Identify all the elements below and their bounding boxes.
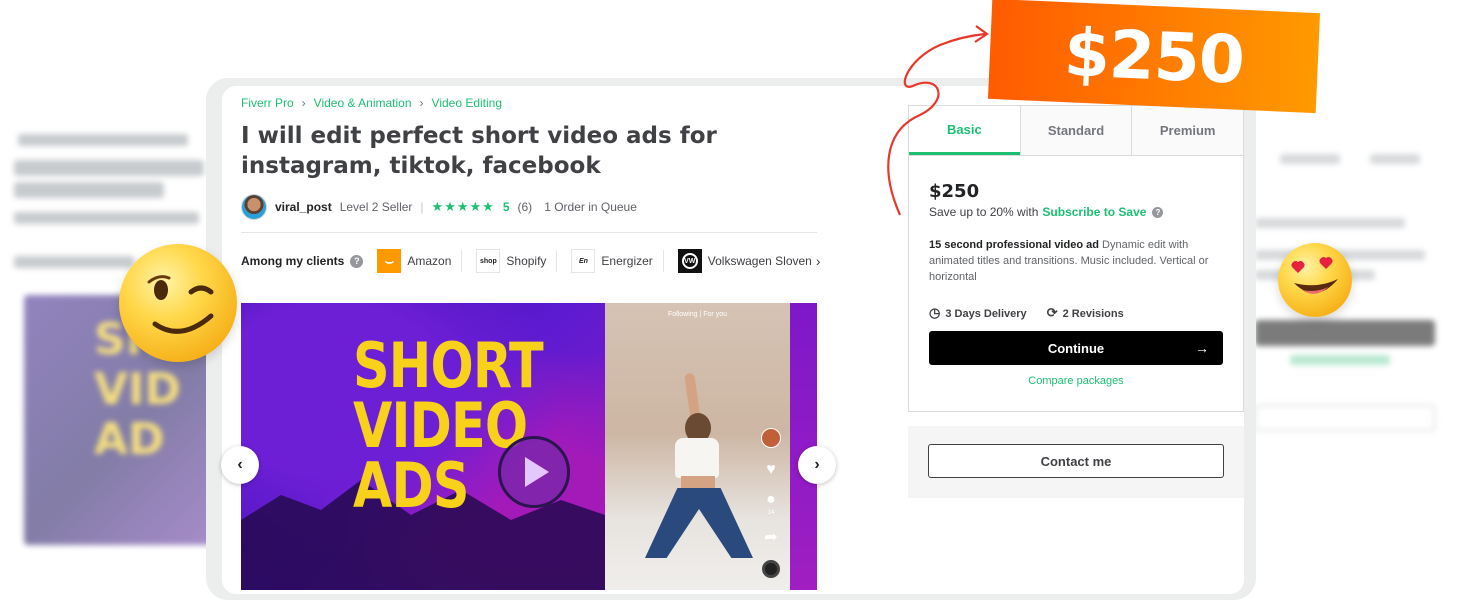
rating-score: 5 <box>502 200 510 214</box>
energizer-logo-icon: En <box>571 249 596 273</box>
play-button[interactable] <box>498 436 570 508</box>
clients-label: Among my clients <box>241 254 345 268</box>
client-energizer[interactable]: En Energizer <box>571 249 653 273</box>
phone-preview: Following | For you ♥ ● 14 ➦ <box>605 303 790 590</box>
revisions: ⟳ 2 Revisions <box>1047 305 1124 321</box>
seller-overview: viral_post Level 2 Seller | ★★★★★ 5 (6) … <box>241 194 637 220</box>
dancer-figure <box>681 476 715 490</box>
contact-section: Contact me <box>908 426 1244 498</box>
divider <box>461 250 463 272</box>
volkswagen-logo-icon: VW <box>677 249 702 273</box>
play-icon <box>525 457 549 487</box>
contact-me-button[interactable]: Contact me <box>928 444 1224 478</box>
heart-eyes-emoji-icon <box>1278 243 1352 317</box>
divider <box>556 250 558 272</box>
help-icon[interactable]: ? <box>1152 206 1164 218</box>
music-disc-icon <box>762 560 780 578</box>
client-shopify[interactable]: shop Shopify <box>476 249 546 273</box>
price-highlight-tag: $250 <box>987 0 1321 114</box>
breadcrumb-video-editing[interactable]: Video Editing <box>432 96 503 110</box>
client-amazon[interactable]: ⌣ Amazon <box>377 249 451 273</box>
client-name: Shopify <box>506 254 547 268</box>
client-name: Volkswagen Sloven <box>707 254 812 268</box>
chevron-right-icon: › <box>301 96 306 110</box>
dancer-figure <box>645 488 753 558</box>
client-name: Amazon <box>407 254 452 268</box>
section-divider <box>241 232 817 233</box>
gallery-next-button[interactable]: › <box>798 446 836 484</box>
orders-in-queue: 1 Order in Queue <box>544 200 637 214</box>
comment-count: 14 <box>767 510 775 516</box>
clock-icon: ◷ <box>929 305 941 320</box>
video-thumbnail: SHORT VIDEO ADS <box>241 303 605 590</box>
package-meta: ◷ 3 Days Delivery ⟳ 2 Revisions <box>929 305 1223 321</box>
amazon-logo-icon: ⌣ <box>377 249 402 273</box>
gig-media-gallery[interactable]: SHORT VIDEO ADS Following | For you ♥ ● … <box>241 303 817 590</box>
package-description-title: 15 second professional video ad <box>929 239 1099 251</box>
continue-button[interactable]: Continue → <box>929 331 1223 365</box>
breadcrumb: Fiverr Pro › Video & Animation › Video E… <box>241 96 502 110</box>
delivery-time: ◷ 3 Days Delivery <box>929 305 1027 321</box>
client-volkswagen[interactable]: VW Volkswagen Sloven <box>677 249 812 273</box>
client-name: Energizer <box>601 254 653 268</box>
divider: | <box>420 200 424 214</box>
price-tag-amount: $250 <box>1062 13 1246 99</box>
dancer-figure <box>675 438 719 478</box>
phone-feed-tabs: Following | For you <box>667 311 727 318</box>
seller-name[interactable]: viral_post <box>275 200 332 214</box>
breadcrumb-fiverr-pro[interactable]: Fiverr Pro <box>241 96 294 110</box>
tab-premium[interactable]: Premium <box>1131 106 1244 155</box>
phone-action-bar: ♥ ● 14 ➦ <box>760 428 782 578</box>
seller-level: Level 2 Seller <box>339 200 413 214</box>
arrow-right-icon: → <box>1195 340 1209 356</box>
headline-line: SHORT <box>353 329 544 402</box>
refresh-icon: ⟳ <box>1046 305 1058 320</box>
chevron-right-icon[interactable]: › <box>816 253 821 269</box>
winking-face-emoji-icon <box>119 244 237 362</box>
package-description: 15 second professional video ad Dynamic … <box>929 237 1223 285</box>
screenshot-stage: SH VID AD Fiverr Pro › Video & Animation ›… <box>0 0 1460 601</box>
gallery-prev-button[interactable]: ‹ <box>221 446 259 484</box>
compare-packages-link[interactable]: Compare packages <box>929 375 1223 387</box>
gig-title: I will edit perfect short video ads for … <box>241 123 717 179</box>
chevron-right-icon: › <box>814 456 820 473</box>
seller-avatar[interactable] <box>241 194 267 220</box>
subscribe-to-save-link[interactable]: Subscribe to Save <box>1042 205 1146 219</box>
chevron-left-icon: ‹ <box>237 456 243 473</box>
continue-label: Continue <box>1047 340 1105 356</box>
delivery-label: 3 Days Delivery <box>945 308 1027 320</box>
heart-icon: ♥ <box>766 461 776 478</box>
share-icon: ➦ <box>764 529 778 546</box>
comment-icon: ● <box>766 491 776 508</box>
divider <box>662 250 664 272</box>
tab-standard[interactable]: Standard <box>1019 106 1132 155</box>
chevron-right-icon: › <box>419 96 424 110</box>
clients-strip: Among my clients ? ⌣ Amazon shop Shopify… <box>241 248 821 274</box>
help-icon[interactable]: ? <box>350 254 364 268</box>
review-count[interactable]: (6) <box>518 200 533 214</box>
breadcrumb-video-animation[interactable]: Video & Animation <box>314 96 412 110</box>
curved-arrow-icon <box>887 25 989 216</box>
star-rating-icon: ★★★★★ <box>431 199 495 214</box>
creator-avatar <box>761 428 781 448</box>
shopify-logo-icon: shop <box>476 249 501 273</box>
revisions-label: 2 Revisions <box>1062 308 1124 320</box>
